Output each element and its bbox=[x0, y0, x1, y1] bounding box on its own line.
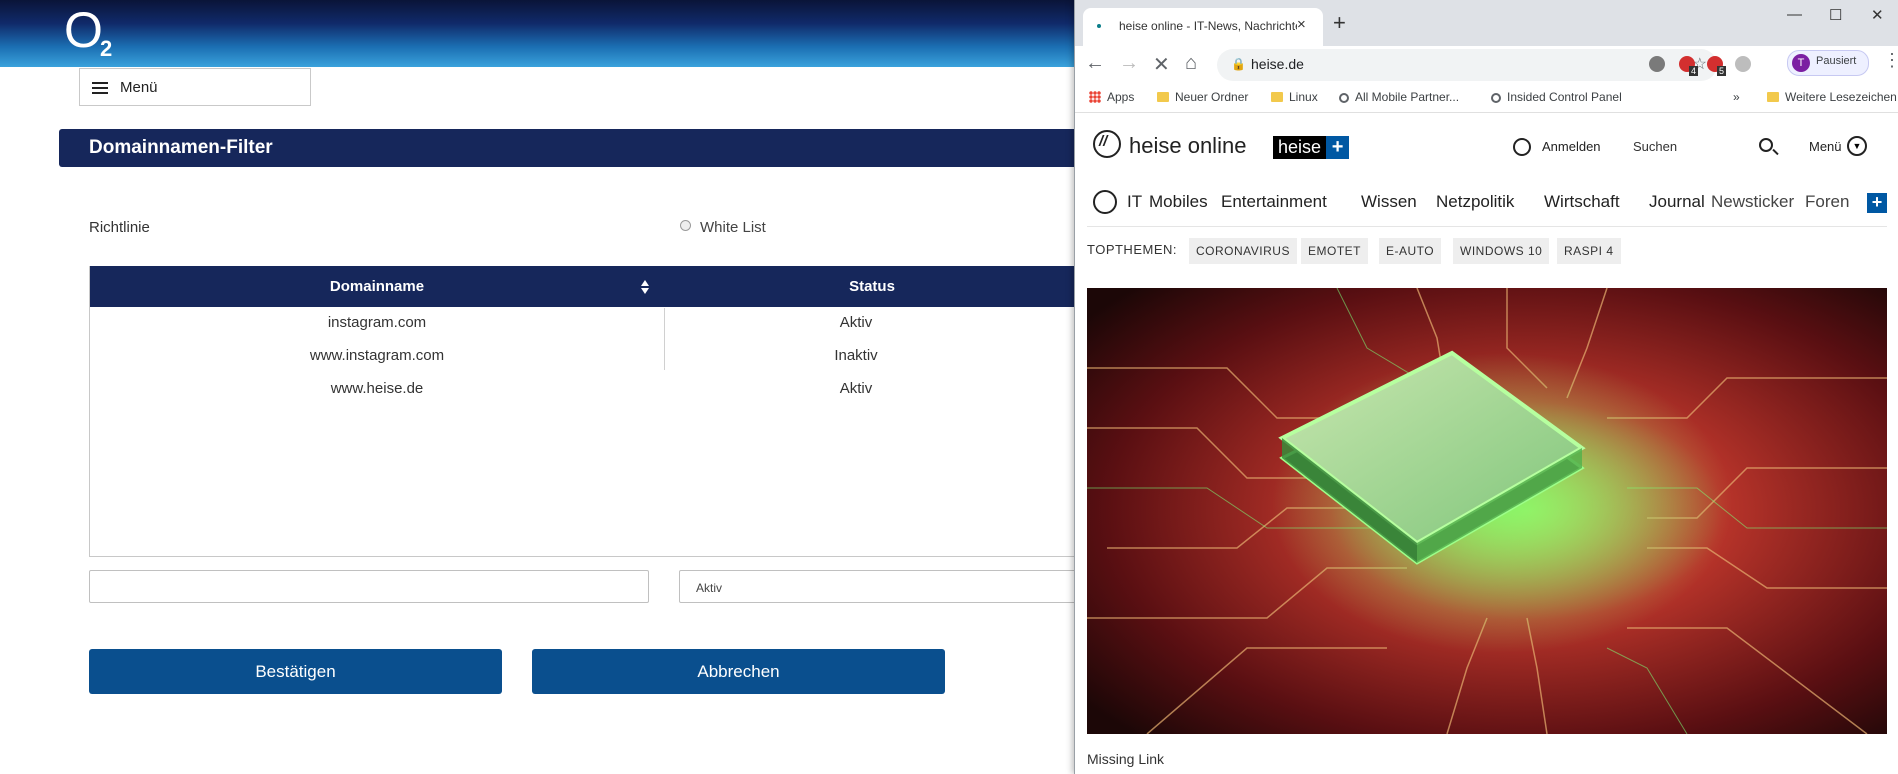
nav-item-foren[interactable]: Foren bbox=[1805, 192, 1849, 212]
tab-title: heise online - IT-News, Nachrichten und … bbox=[1119, 19, 1297, 33]
topic-chip[interactable]: RASPI 4 bbox=[1557, 238, 1621, 264]
new-status-select[interactable]: Aktiv bbox=[679, 570, 1079, 603]
address-bar[interactable]: 🔒 heise.de ☆ bbox=[1217, 49, 1717, 81]
bookmark-link[interactable]: All Mobile Partner... bbox=[1339, 90, 1459, 104]
table-row[interactable]: instagram.com Aktiv bbox=[90, 308, 1080, 340]
folder-icon bbox=[1157, 92, 1169, 102]
folder-icon bbox=[1767, 92, 1779, 102]
heise-brand[interactable]: heise online bbox=[1129, 133, 1246, 159]
bookmark-apps[interactable]: Apps bbox=[1089, 90, 1134, 104]
table-header: Domainname Status bbox=[90, 266, 1080, 307]
heise-logo-icon[interactable] bbox=[1093, 130, 1121, 158]
maximize-button[interactable]: ☐ bbox=[1829, 6, 1842, 24]
status-cell: Aktiv bbox=[839, 314, 873, 331]
nav-item-it[interactable]: IT bbox=[1127, 192, 1142, 212]
bookmark-other[interactable]: Weitere Lesezeichen bbox=[1767, 90, 1897, 104]
menu-label: Menü bbox=[120, 79, 158, 96]
back-icon[interactable]: ← bbox=[1085, 52, 1105, 75]
loading-favicon-icon bbox=[1097, 24, 1101, 28]
nav-item-mobiles[interactable]: Mobiles bbox=[1149, 192, 1208, 212]
page-title: Domainnamen-Filter bbox=[89, 137, 273, 158]
heise-nav: IT Mobiles Entertainment Wissen Netzpoli… bbox=[1087, 182, 1887, 227]
extension-badge: 4 bbox=[1689, 66, 1699, 76]
topic-chip[interactable]: EMOTET bbox=[1301, 238, 1368, 264]
user-icon[interactable] bbox=[1513, 138, 1531, 156]
search-icon[interactable] bbox=[1759, 138, 1773, 152]
folder-icon bbox=[1271, 92, 1283, 102]
lock-icon[interactable]: 🔒 bbox=[1231, 57, 1246, 71]
close-window-button[interactable]: ✕ bbox=[1871, 6, 1884, 24]
nav-item-wirtschaft[interactable]: Wirtschaft bbox=[1544, 192, 1620, 212]
confirm-button[interactable]: Bestätigen bbox=[89, 649, 502, 694]
browser-toolbar: ← → ✕ ⌂ 🔒 heise.de ☆ 4 5 T Pausiert ⋮ bbox=[1075, 46, 1898, 88]
profile-status: Pausiert bbox=[1816, 55, 1857, 67]
browser-menu-icon[interactable]: ⋮ bbox=[1883, 50, 1898, 71]
domain-cell: www.heise.de bbox=[330, 380, 424, 397]
bookmark-link[interactable]: Insided Control Panel bbox=[1491, 90, 1622, 104]
login-link[interactable]: Anmelden bbox=[1542, 139, 1601, 154]
page-title-bar: Domainnamen-Filter bbox=[59, 129, 1079, 167]
extension-badge: 5 bbox=[1717, 66, 1727, 76]
bookmarks-bar: Apps Neuer Ordner Linux All Mobile Partn… bbox=[1075, 84, 1898, 113]
globe-icon bbox=[1339, 93, 1349, 103]
sort-icon[interactable] bbox=[640, 279, 650, 295]
nav-item-journal[interactable]: Journal bbox=[1649, 192, 1705, 212]
nav-item-netzpolitik[interactable]: Netzpolitik bbox=[1436, 192, 1514, 212]
nav-item-entertainment[interactable]: Entertainment bbox=[1221, 192, 1327, 212]
table-row[interactable]: www.instagram.com Inaktiv bbox=[90, 341, 1080, 373]
minimize-button[interactable]: — bbox=[1787, 6, 1802, 23]
topic-chip[interactable]: WINDOWS 10 bbox=[1453, 238, 1550, 264]
heise-menu-link[interactable]: Menü bbox=[1809, 139, 1842, 154]
heise-plus-logo[interactable]: heise + bbox=[1273, 136, 1350, 159]
menu-button[interactable]: Menü bbox=[79, 68, 311, 106]
nav-item-wissen[interactable]: Wissen bbox=[1361, 192, 1417, 212]
chevron-down-icon[interactable]: ▼ bbox=[1847, 136, 1867, 156]
table-row[interactable]: www.heise.de Aktiv bbox=[90, 374, 1080, 406]
new-tab-button[interactable]: + bbox=[1333, 10, 1346, 36]
hamburger-icon bbox=[92, 82, 108, 94]
home-icon[interactable]: ⌂ bbox=[1185, 52, 1197, 75]
globe-icon bbox=[1491, 93, 1501, 103]
extension-icon[interactable] bbox=[1649, 56, 1665, 72]
white-list-label[interactable]: White List bbox=[700, 219, 766, 236]
bookmark-folder[interactable]: Linux bbox=[1271, 90, 1318, 104]
heise-plus-icon[interactable]: + bbox=[1867, 193, 1887, 213]
nav-item-newsticker[interactable]: Newsticker bbox=[1711, 192, 1794, 212]
forward-icon[interactable]: → bbox=[1119, 52, 1139, 75]
apps-grid-icon bbox=[1089, 91, 1101, 103]
bookmark-folder[interactable]: Neuer Ordner bbox=[1157, 90, 1248, 104]
browser-window: heise online - IT-News, Nachrichten und … bbox=[1074, 0, 1898, 774]
domain-cell: www.instagram.com bbox=[309, 347, 445, 364]
topic-chip[interactable]: E-AUTO bbox=[1379, 238, 1442, 264]
o2-logo[interactable]: O2 bbox=[64, 2, 112, 61]
hero-image[interactable] bbox=[1087, 288, 1887, 734]
stop-loading-icon[interactable]: ✕ bbox=[1153, 52, 1170, 77]
new-domain-input[interactable] bbox=[89, 570, 649, 603]
policy-label: Richtlinie bbox=[89, 219, 150, 236]
column-header-status[interactable]: Status bbox=[664, 266, 1080, 307]
domain-table: Domainname Status instagram.com Aktiv ww… bbox=[89, 266, 1080, 557]
avatar: T bbox=[1792, 54, 1810, 72]
lightbulb-extension-icon[interactable] bbox=[1735, 56, 1751, 72]
url-text: heise.de bbox=[1251, 56, 1304, 72]
tab-heise[interactable]: heise online - IT-News, Nachrichten und … bbox=[1083, 8, 1323, 46]
white-list-radio[interactable] bbox=[680, 220, 691, 231]
circuit-chip-image bbox=[1087, 288, 1887, 734]
topthemen-label: TOPTHEMEN: bbox=[1087, 242, 1177, 257]
topic-chip[interactable]: CORONAVIRUS bbox=[1189, 238, 1297, 264]
hero-caption[interactable]: Missing Link bbox=[1087, 751, 1164, 767]
close-tab-icon[interactable]: × bbox=[1297, 16, 1306, 33]
tab-strip: heise online - IT-News, Nachrichten und … bbox=[1075, 0, 1898, 50]
profile-button[interactable]: T Pausiert bbox=[1787, 50, 1869, 76]
bookmarks-overflow-icon[interactable]: » bbox=[1733, 90, 1740, 104]
heise-header: heise online heise+ Anmelden Suchen Menü… bbox=[1075, 114, 1898, 174]
heise-logo-icon[interactable] bbox=[1093, 190, 1117, 214]
domain-cell: instagram.com bbox=[327, 314, 427, 331]
status-cell: Inaktiv bbox=[834, 347, 878, 364]
column-header-domainname[interactable]: Domainname bbox=[90, 266, 664, 307]
search-input[interactable]: Suchen bbox=[1633, 139, 1677, 154]
status-cell: Aktiv bbox=[839, 380, 873, 397]
cancel-button[interactable]: Abbrechen bbox=[532, 649, 945, 694]
